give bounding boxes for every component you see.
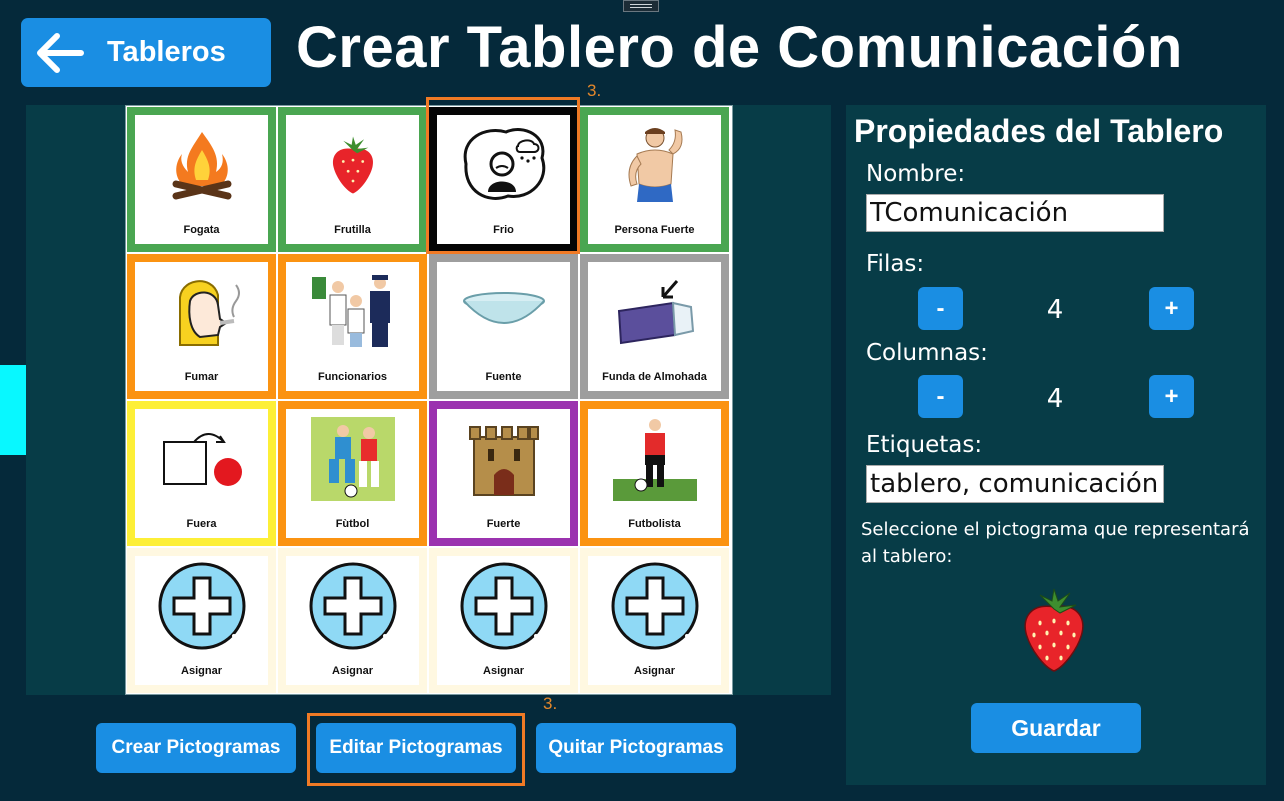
tags-label: Etiquetas: [866,432,983,458]
pictogram-label: Funda de Almohada [602,371,707,383]
rows-increase-button[interactable]: + [1149,287,1194,330]
step-label: 3. [543,694,558,713]
pictogram-label: Futbolista [628,518,681,530]
pictogram-label: Asignar [483,665,524,677]
fort-icon [468,426,539,496]
add-icon [611,562,698,650]
board-cell[interactable]: Funcionarios [278,254,427,399]
pictogram-image [286,562,419,650]
campfire-icon [172,132,231,200]
board-cell[interactable]: Persona Fuerte [580,107,729,252]
pictogram-label: Fogata [183,224,220,236]
rows-value: 4 [1046,295,1064,325]
rows-decrease-button[interactable]: - [918,287,963,330]
add-icon [158,562,245,650]
pictogram-label: Fuerte [486,518,521,530]
board-cell[interactable]: Fuera [127,401,276,546]
pictogram-image [588,562,721,650]
outside-icon [162,433,242,486]
football-icon [310,417,395,501]
columns-label: Columnas: [866,340,988,366]
columns-decrease-button[interactable]: - [918,375,963,418]
pictogram-label: Asignar [634,665,675,677]
board-cell[interactable]: Fogata [127,107,276,252]
pictogram-image [286,121,419,209]
pictogram-label: Frio [493,224,514,236]
pictogram-image [135,268,268,356]
pictogram-label: Persona Fuerte [614,224,695,236]
board-pictogram[interactable] [1018,587,1090,678]
tags-input[interactable] [866,465,1164,503]
name-label: Nombre: [866,161,966,187]
board-cell[interactable]: Asignar [580,548,729,693]
strawberry-icon [1024,588,1084,672]
pictogram-label: Asignar [181,665,222,677]
pictogram-image [588,121,721,209]
board-cell[interactable]: Frutilla [278,107,427,252]
pictogram-image [437,562,570,650]
pictogram-label: Fuera [186,518,217,530]
board-properties-panel: Propiedades del Tablero Nombre: Filas: -… [846,105,1266,785]
add-icon [309,562,396,650]
name-input[interactable] [866,194,1164,232]
edit-pictograms-button[interactable]: Editar Pictogramas [316,723,516,773]
step-label: 3. [587,81,602,100]
board-cell[interactable]: Funda de Almohada [580,254,729,399]
columns-value: 4 [1046,384,1064,414]
pictogram-image [437,121,570,209]
pictogram-image [437,268,570,356]
save-button[interactable]: Guardar [971,703,1141,753]
create-pictograms-button[interactable]: Crear Pictogramas [96,723,296,773]
window-drag-handle[interactable] [623,0,659,12]
footballer-icon [612,419,697,501]
board-cell[interactable]: Asignar [278,548,427,693]
pictogram-image [286,268,419,356]
board-cell[interactable]: Fuerte [429,401,578,546]
board-cell[interactable]: Futbolista [580,401,729,546]
cold-person-icon [463,128,545,200]
pictogram-label: Fumar [184,371,219,383]
pillowcase-icon [617,280,694,345]
bowl-icon [462,292,545,324]
board-area: Fogata Frutilla Frio Persona Fuerte Fumar Fun… [26,105,831,695]
pictogram-image [588,268,721,356]
back-button[interactable]: Tableros [21,18,271,87]
pictogram-hint: Seleccione el pictograma que representar… [861,519,1250,567]
rows-label: Filas: [866,251,925,277]
pictogram-image [588,415,721,503]
remove-pictograms-button[interactable]: Quitar Pictogramas [536,723,736,773]
arrow-left-icon [37,32,84,73]
columns-increase-button[interactable]: + [1149,375,1194,418]
board-grid: Fogata Frutilla Frio Persona Fuerte Fumar Fun… [125,105,733,695]
panel-title: Propiedades del Tablero [854,113,1224,149]
board-cell[interactable]: Fuente [429,254,578,399]
add-icon [460,562,547,650]
pictogram-image [135,415,268,503]
pictogram-image [437,415,570,503]
board-cell[interactable]: Asignar [429,548,578,693]
pictogram-label: Fuente [485,371,522,383]
pictogram-label: Fùtbol [335,518,370,530]
board-cell[interactable]: Asignar [127,548,276,693]
page-title: Crear Tablero de Comunicación [296,15,1183,80]
pictogram-label: Funcionarios [317,371,388,383]
board-cell[interactable]: Fumar [127,254,276,399]
smoking-icon [178,280,240,346]
board-cell[interactable]: Fùtbol [278,401,427,546]
strawberry-icon [332,136,373,194]
pictogram-image [135,562,268,650]
pictogram-image [135,121,268,209]
board-cell[interactable]: Frio [429,107,578,252]
back-button-label: Tableros [107,36,226,68]
strong-person-icon [628,128,682,202]
pictogram-label: Asignar [332,665,373,677]
pictogram-image [286,415,419,503]
officials-icon [311,275,390,347]
pictogram-label: Frutilla [334,224,371,236]
